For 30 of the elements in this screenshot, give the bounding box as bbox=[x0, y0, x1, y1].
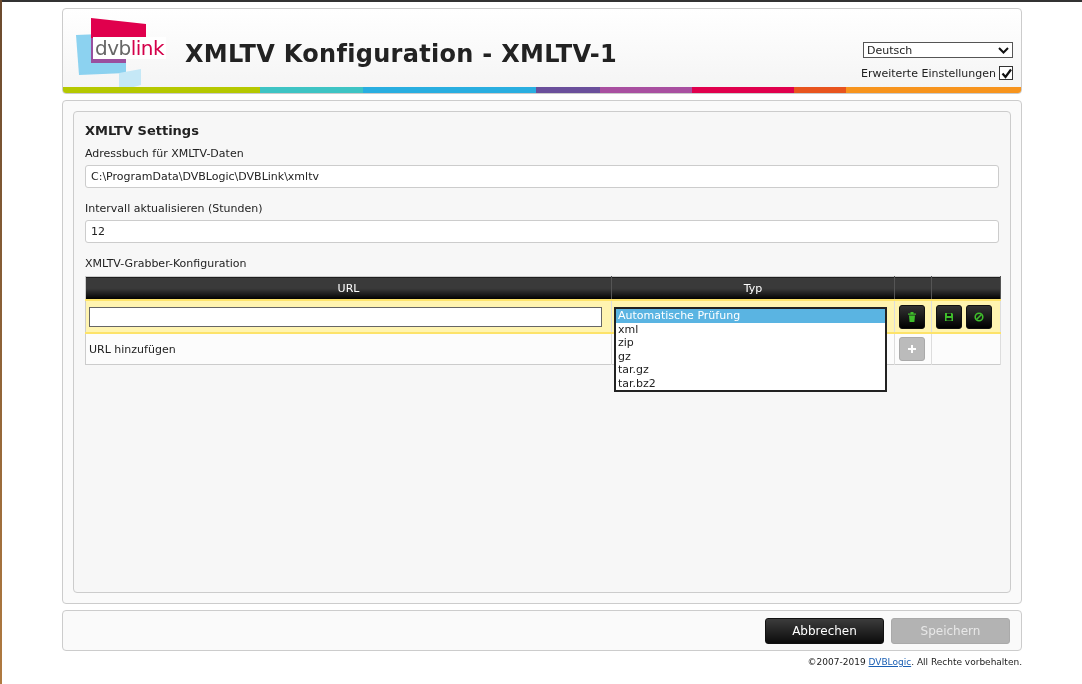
save-button[interactable] bbox=[936, 304, 962, 329]
prohibited-icon bbox=[973, 310, 985, 323]
dropdown-option[interactable]: tar.bz2 bbox=[616, 376, 885, 390]
advanced-settings-label: Erweiterte Einstellungen bbox=[860, 66, 996, 80]
copyright-text: ©2007-2019 DVBLogic. All Rechte vorbehalten. bbox=[806, 657, 1022, 667]
dropdown-option[interactable]: tar.gz bbox=[616, 363, 885, 377]
dropdown-option[interactable]: gz bbox=[616, 349, 885, 363]
field-label: Adressbuch für XMLTV-Daten bbox=[85, 147, 245, 160]
dropdown-option[interactable]: xml bbox=[616, 322, 885, 336]
language-select[interactable]: Deutsch bbox=[863, 42, 1013, 58]
advanced-settings-checkbox[interactable] bbox=[999, 66, 1013, 80]
chevron-down-icon bbox=[998, 46, 1009, 54]
text-field[interactable]: 12 bbox=[85, 220, 999, 243]
table-label: XMLTV-Grabber-Konfiguration bbox=[85, 257, 248, 270]
section-title: XMLTV Settings bbox=[85, 123, 200, 138]
trash-icon bbox=[906, 310, 918, 323]
delete-button[interactable] bbox=[899, 304, 925, 329]
dropdown-option[interactable]: zip bbox=[616, 336, 885, 350]
add-url-label: URL hinzufügen bbox=[89, 342, 176, 356]
url-field[interactable] bbox=[89, 306, 602, 327]
field-label: Intervall aktualisieren (Stunden) bbox=[85, 202, 264, 215]
cancel-button[interactable]: Abbrechen bbox=[765, 617, 884, 644]
logo-text: dvblink bbox=[93, 37, 167, 59]
checkmark-icon bbox=[1000, 67, 1012, 79]
text-field[interactable]: C:\ProgramData\DVBLogic\DVBLink\xmltv bbox=[85, 165, 999, 188]
page-title: XMLTV Konfiguration - XMLTV-1 bbox=[185, 40, 617, 68]
column-header: URL bbox=[85, 276, 612, 300]
plus-icon bbox=[906, 343, 918, 355]
column-header: Typ bbox=[611, 276, 895, 300]
cancel-button[interactable] bbox=[966, 304, 992, 329]
